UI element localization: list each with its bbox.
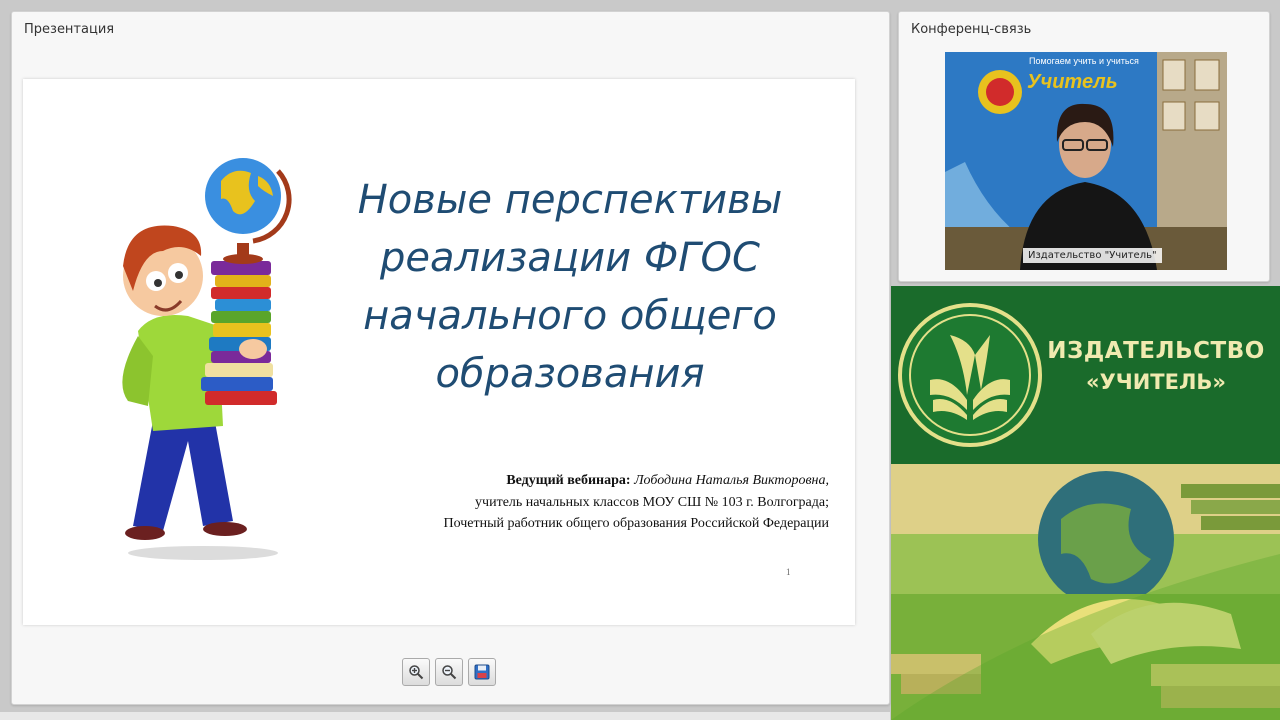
presenter-position: учитель начальных классов МОУ СШ № 103 г… [475,495,829,510]
slide-title: Новые перспективы реализации ФГОС началь… [357,177,783,397]
bottom-bar [0,712,890,720]
video-banner-text: Помогаем учить и учиться [1029,56,1139,66]
presenter-honor: Почетный работник общего образования Рос… [443,516,829,531]
zoom-in-button[interactable] [402,658,430,686]
video-banner-brand: Учитель [1027,71,1118,93]
presentation-slide: Новые перспективы реализации ФГОС началь… [23,79,855,625]
publisher-logo-icon [898,303,1042,447]
boy-with-books-illustration [122,158,292,560]
publisher-name: ИЗДАТЕЛЬСТВО «УЧИТЕЛЬ» [1041,338,1271,394]
slide-page-number: 1 [786,567,791,577]
publisher-name-line2: «УЧИТЕЛЬ» [1086,370,1226,394]
save-button[interactable] [468,658,496,686]
zoom-out-button[interactable] [435,658,463,686]
zoom-out-icon [442,665,457,680]
webcam-video[interactable]: Помогаем учить и учиться Учитель Издател… [945,52,1227,270]
video-caption: Издательство "Учитель" [1023,248,1162,263]
publisher-banner: ИЗДАТЕЛЬСТВО «УЧИТЕЛЬ» [891,286,1280,464]
conference-panel-title: Конференц-связь [911,22,1032,37]
publisher-name-line1: ИЗДАТЕЛЬСТВО [1047,338,1265,364]
presentation-panel: Презентация Новые перспективы реализации… [11,11,890,705]
presenter-label: Ведущий вебинара: [506,473,631,488]
zoom-in-icon [409,665,424,680]
presentation-panel-title: Презентация [24,22,115,37]
conference-panel: Конференц-связь Помогаем учить и учиться… [898,11,1270,282]
presenter-line: Ведущий вебинара: Лободина Наталья Викто… [506,473,829,489]
save-icon [474,664,490,680]
video-scene: Помогаем учить и учиться Учитель [945,52,1227,270]
books-globe-image [891,464,1280,720]
presenter-name: Лободина Наталья Викторовна, [634,473,829,488]
books-globe-banner [891,464,1280,720]
